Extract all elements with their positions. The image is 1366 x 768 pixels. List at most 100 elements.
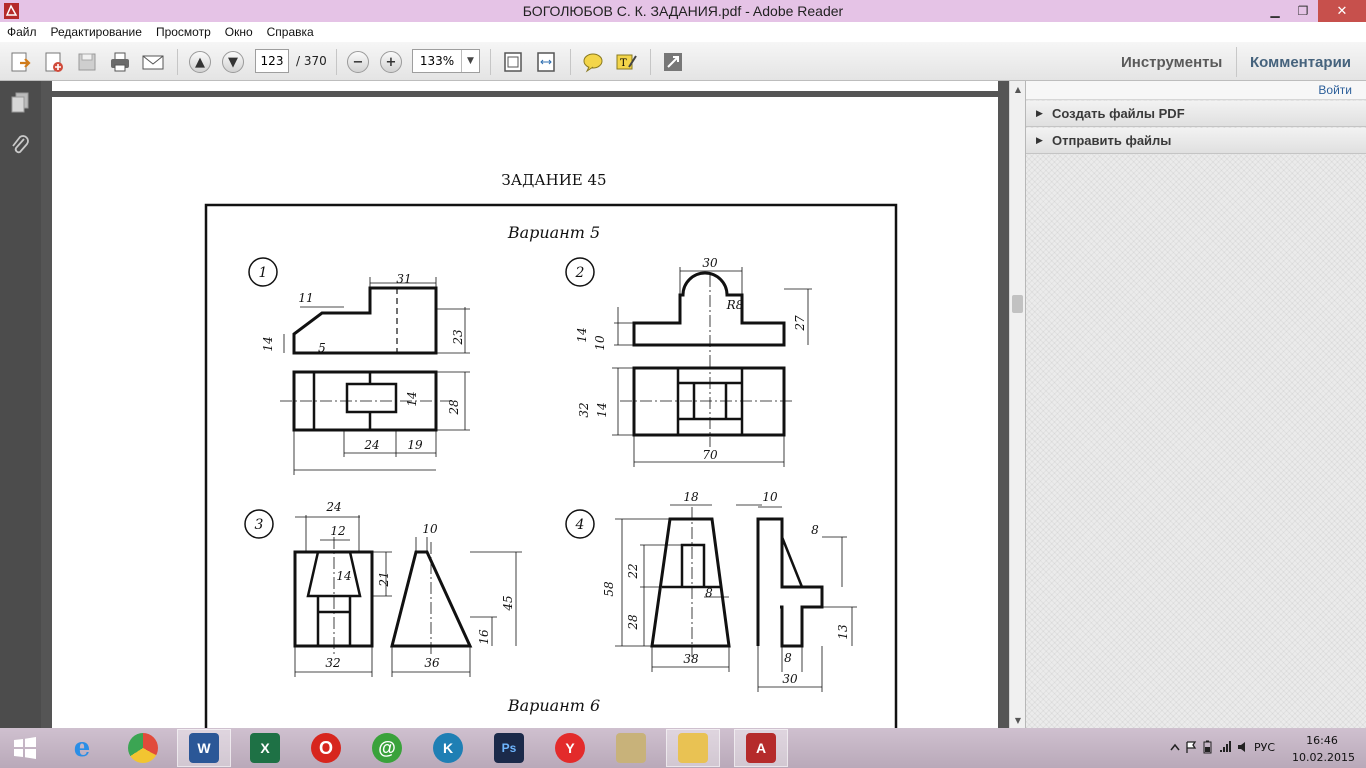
create-pdf-section[interactable]: ▶ Создать файлы PDF: [1026, 101, 1366, 127]
maximize-button[interactable]: ❐: [1290, 0, 1316, 22]
dimension-label: 32: [325, 656, 340, 670]
toolbar-separator: [1236, 47, 1237, 77]
menu-view[interactable]: Просмотр: [156, 25, 211, 39]
taskbar-internet-explorer[interactable]: e: [55, 729, 109, 767]
pages-icon: [11, 92, 29, 113]
menu-edit[interactable]: Редактирование: [51, 25, 142, 39]
taskbar-excel[interactable]: X: [238, 729, 292, 767]
zoom-out-button[interactable]: −: [345, 49, 371, 75]
open-file-button[interactable]: [8, 49, 34, 75]
next-page-button[interactable]: ▼: [220, 49, 246, 75]
page-number-input[interactable]: [255, 49, 289, 73]
save-button[interactable]: [74, 49, 100, 75]
dimension-label: 14: [336, 569, 351, 583]
taskbar-file-explorer[interactable]: [666, 729, 720, 767]
taskbar-mail-agent[interactable]: @: [360, 729, 414, 767]
folder-icon: [678, 733, 708, 763]
figure-number: 3: [255, 517, 264, 533]
previous-page-edge: [52, 81, 998, 91]
dimension-label: 10: [762, 490, 778, 504]
vertical-scrollbar[interactable]: ▲ ▼: [1009, 81, 1025, 728]
dimension-label: 23: [451, 329, 465, 346]
zoom-in-button[interactable]: +: [378, 49, 404, 75]
battery-icon[interactable]: [1201, 740, 1215, 754]
zoom-value: 133%: [419, 54, 455, 68]
taskbar-chrome[interactable]: [116, 729, 170, 767]
scrollbar-thumb[interactable]: [1012, 295, 1023, 313]
fit-width-button[interactable]: [533, 49, 559, 75]
start-button[interactable]: [0, 729, 50, 767]
taskbar-word[interactable]: W: [177, 729, 231, 767]
previous-page-button[interactable]: ▲: [187, 49, 213, 75]
window-title: БОГОЛЮБОВ С. К. ЗАДАНИЯ.pdf - Adobe Read…: [522, 3, 844, 19]
dimension-label: 28: [626, 614, 640, 631]
dimension-label: 70: [702, 448, 718, 462]
dimension-label: 8: [811, 523, 819, 537]
attachments-button[interactable]: [8, 133, 32, 157]
print-button[interactable]: [107, 49, 133, 75]
toolbar-separator: [650, 49, 651, 75]
document-view[interactable]: ЗАДАНИЕ 45 Вариант 5 Вариант 6 1 2 3 4 11 31 14 5 2…: [41, 81, 1009, 728]
email-button[interactable]: [140, 49, 166, 75]
highlighter-icon: T: [616, 54, 637, 70]
send-files-section[interactable]: ▶ Отправить файлы: [1026, 128, 1366, 154]
dimension-label: 27: [793, 315, 807, 332]
clock-date[interactable]: 10.02.2015: [1292, 751, 1355, 764]
clock-time[interactable]: 16:46: [1300, 734, 1344, 747]
toolbar-separator: [336, 49, 337, 75]
flag-icon[interactable]: [1184, 740, 1198, 754]
menu-help[interactable]: Справка: [267, 25, 314, 39]
dimension-label: 12: [330, 524, 345, 538]
highlight-text-button[interactable]: T: [613, 49, 639, 75]
windows-logo-icon: [14, 737, 36, 759]
dimension-label: 5: [318, 341, 326, 355]
dimension-label: 36: [424, 656, 440, 670]
dimension-label: 14: [575, 327, 589, 342]
network-signal-icon[interactable]: [1218, 740, 1232, 754]
dimension-label: 11: [298, 291, 313, 305]
language-indicator[interactable]: РУС: [1254, 741, 1275, 754]
fit-page-button[interactable]: [500, 49, 526, 75]
figure-number: 2: [575, 265, 585, 281]
tools-tab[interactable]: Инструменты: [1121, 54, 1222, 71]
show-hidden-icons[interactable]: [1168, 740, 1182, 754]
create-pdf-button[interactable]: [41, 49, 67, 75]
dimension-label: 14: [261, 336, 275, 351]
comments-tab[interactable]: Комментарии: [1250, 54, 1351, 71]
zoom-select[interactable]: 133% ▼: [412, 49, 480, 73]
section-label: Создать файлы PDF: [1052, 106, 1185, 121]
taskbar-archive[interactable]: [604, 729, 658, 767]
taskbar-photoshop[interactable]: Ps: [482, 729, 536, 767]
taskbar-adobe-reader[interactable]: A: [734, 729, 788, 767]
mail-agent-icon: @: [372, 733, 402, 763]
add-comment-button[interactable]: [580, 49, 606, 75]
close-button[interactable]: ✕: [1318, 0, 1366, 22]
dimension-label: 22: [626, 563, 640, 579]
archive-icon: [616, 733, 646, 763]
menu-bar: Файл Редактирование Просмотр Окно Справк…: [0, 22, 1366, 42]
open-file-icon: [11, 52, 31, 72]
assignment-heading: ЗАДАНИЕ 45: [501, 171, 606, 189]
taskbar-opera[interactable]: O: [299, 729, 353, 767]
navigation-pane: [0, 81, 41, 728]
dimension-label: 14: [595, 402, 609, 417]
login-link[interactable]: Войти: [1318, 83, 1352, 97]
menu-file[interactable]: Файл: [7, 25, 37, 39]
scroll-up-icon[interactable]: ▲: [1010, 81, 1026, 97]
chevron-down-icon[interactable]: ▼: [461, 50, 479, 72]
volume-icon[interactable]: [1236, 740, 1250, 754]
taskbar-kaspersky[interactable]: K: [421, 729, 475, 767]
dimension-label: 28: [447, 399, 461, 416]
taskbar-yandex[interactable]: Y: [543, 729, 597, 767]
menu-window[interactable]: Окно: [225, 25, 253, 39]
scroll-down-icon[interactable]: ▼: [1010, 712, 1026, 728]
excel-icon: X: [250, 733, 280, 763]
fit-page-icon: [504, 52, 522, 72]
toolbar-separator: [490, 49, 491, 75]
page-thumbnails-button[interactable]: [8, 91, 32, 115]
dimension-label: 31: [396, 272, 411, 286]
comment-icon: [583, 53, 603, 73]
dimension-label: 24: [325, 500, 341, 514]
full-screen-button[interactable]: [660, 49, 686, 75]
minimize-button[interactable]: ▁: [1262, 0, 1288, 22]
